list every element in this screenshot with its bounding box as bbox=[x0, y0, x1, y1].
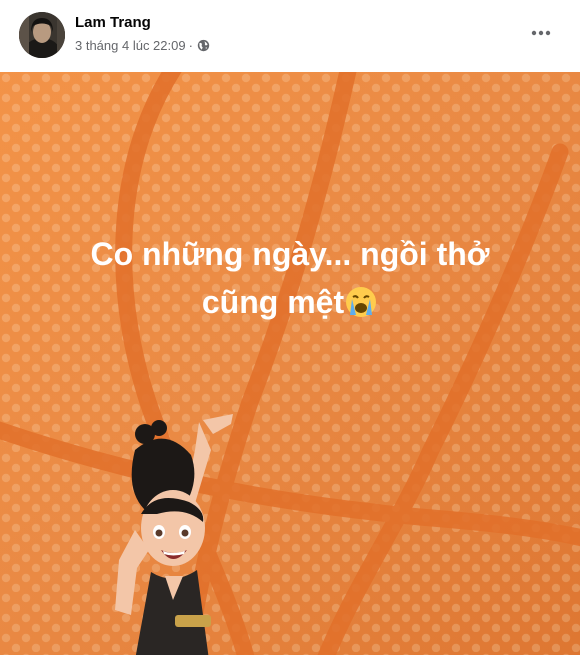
more-options-icon bbox=[531, 30, 551, 36]
basketball-background bbox=[0, 72, 580, 655]
avatar-sticker-illustration bbox=[115, 414, 233, 655]
status-text: Co những ngày... ngồi thở cũng mệt bbox=[40, 230, 540, 332]
author-name[interactable]: Lam Trang bbox=[75, 14, 151, 31]
status-line-2-text: cũng mệt bbox=[201, 284, 345, 320]
post-header: Lam Trang 3 tháng 4 lúc 22:09 · bbox=[0, 0, 580, 72]
post-timestamp[interactable]: 3 tháng 4 lúc 22:09 bbox=[75, 38, 186, 53]
author-avatar[interactable] bbox=[19, 12, 65, 58]
post-meta: 3 tháng 4 lúc 22:09 · bbox=[75, 37, 210, 53]
status-line-1: Co những ngày... ngồi thở bbox=[90, 236, 490, 272]
meta-separator: · bbox=[188, 37, 193, 53]
status-background[interactable]: Co những ngày... ngồi thở cũng mệt bbox=[0, 72, 580, 655]
globe-icon[interactable] bbox=[197, 39, 210, 52]
more-options-button[interactable] bbox=[516, 18, 566, 48]
facebook-post: Lam Trang 3 tháng 4 lúc 22:09 · Co những… bbox=[0, 0, 580, 655]
status-line-2: cũng mệt bbox=[40, 278, 540, 332]
crying-emoji-icon bbox=[344, 284, 378, 332]
